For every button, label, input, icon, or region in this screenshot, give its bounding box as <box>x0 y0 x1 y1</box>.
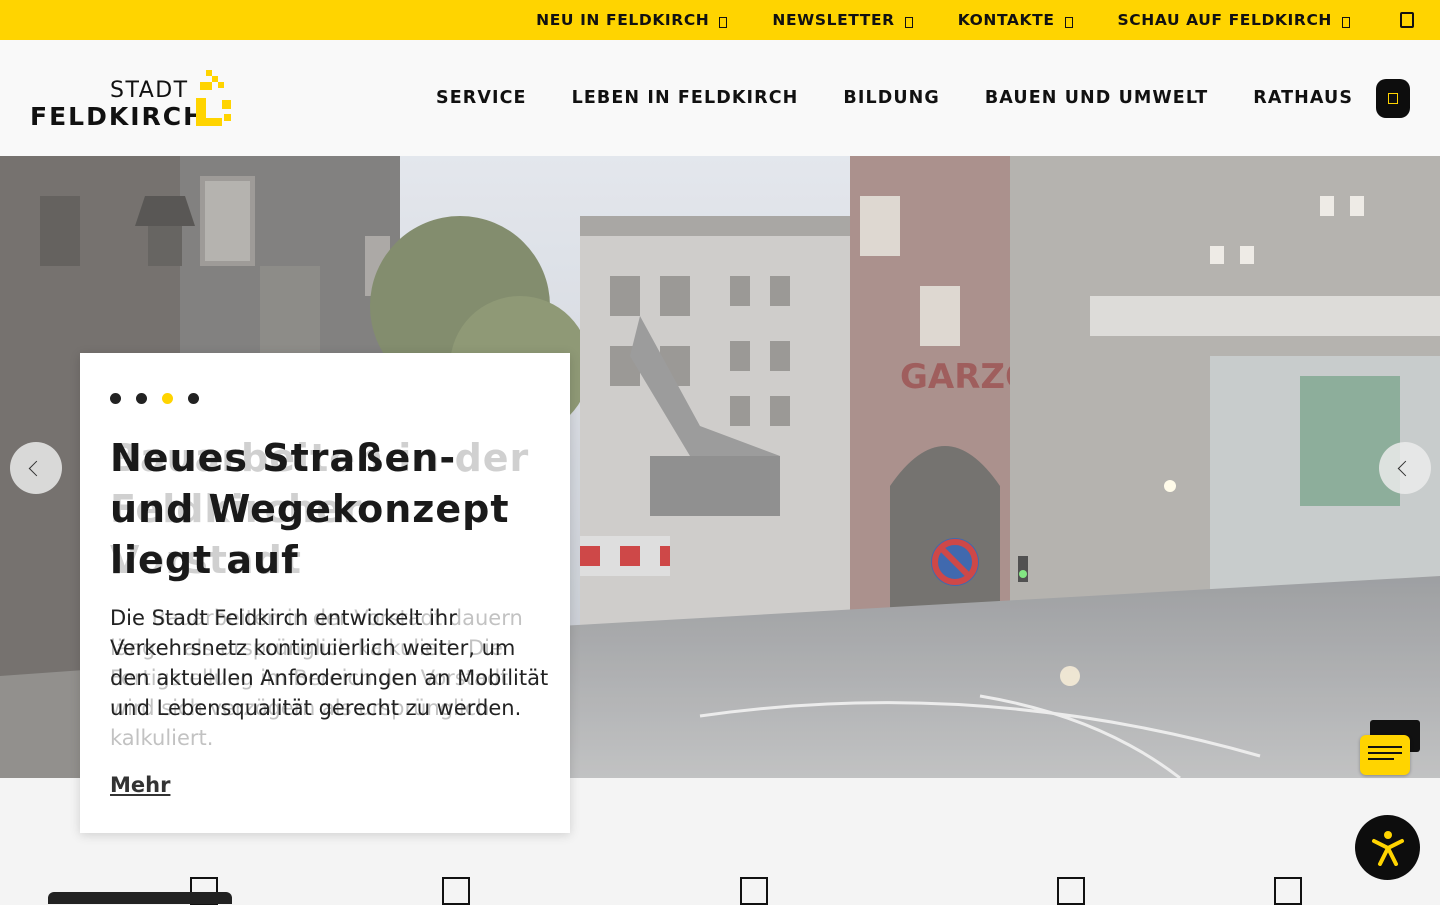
service-icon-3[interactable] <box>740 877 768 905</box>
slide-card: Bauarbeiten in der Feldkircher Vorstadt … <box>80 353 570 833</box>
slider-prev-button[interactable] <box>10 442 62 494</box>
topbar-link-label: SCHAU AUF FELDKIRCH <box>1117 11 1332 29</box>
logo-large-text: FELDKIRCH <box>30 102 207 131</box>
topbar-link-neu-in-feldkirch[interactable]: NEU IN FELDKIRCH <box>536 11 728 29</box>
service-icon-2[interactable] <box>442 877 470 905</box>
service-icon-4[interactable] <box>1057 877 1085 905</box>
slider-pagination <box>110 393 214 404</box>
slide-more-link[interactable]: Mehr <box>110 773 170 797</box>
chevron-right-icon <box>1397 460 1413 476</box>
nav-item-bildung[interactable]: BILDUNG <box>843 88 939 108</box>
accessibility-button[interactable] <box>1355 815 1420 880</box>
logo-small-text: STADT <box>110 78 189 103</box>
logo-mark-icon <box>196 70 231 126</box>
slide-title: Neues Straßen- und Wegekonzept liegt auf <box>110 436 510 582</box>
chat-button[interactable] <box>1358 720 1420 780</box>
slider-dot-3-active[interactable] <box>162 393 173 404</box>
topbar-link-newsletter[interactable]: NEWSLETTER <box>772 11 913 29</box>
nav-item-leben-in-feldkirch[interactable]: LEBEN IN FELDKIRCH <box>572 88 799 108</box>
nav-item-rathaus[interactable]: RATHAUS <box>1253 88 1353 108</box>
slider-dot-4[interactable] <box>188 393 199 404</box>
topbar-link-schau-auf-feldkirch[interactable]: SCHAU AUF FELDKIRCH <box>1118 11 1350 29</box>
accessibility-icon <box>1371 830 1404 866</box>
nav-item-bauen-und-umwelt[interactable]: BAUEN UND UMWELT <box>985 88 1208 108</box>
slider-next-button[interactable] <box>1379 442 1431 494</box>
site-header: STADT FELDKIRCH SERVICE LEBEN IN FELDKIR… <box>0 40 1440 156</box>
topbar-link-label: NEU IN FELDKIRCH <box>536 11 710 29</box>
search-icon[interactable] <box>1400 12 1414 28</box>
slider-dot-1[interactable] <box>110 393 121 404</box>
topbar-link-label: NEWSLETTER <box>772 11 895 29</box>
slide-text: Die Stadt Feldkirch entwickelt ihr Verke… <box>110 606 549 720</box>
service-icon-5[interactable] <box>1274 877 1302 905</box>
cookie-banner-tab[interactable] <box>48 892 232 904</box>
chevron-left-icon <box>28 460 44 476</box>
menu-button[interactable] <box>1376 79 1410 118</box>
top-utility-bar: NEU IN FELDKIRCH NEWSLETTER KONTAKTE SCH… <box>0 0 1440 40</box>
stadt-feldkirch-logo[interactable]: STADT FELDKIRCH <box>30 68 240 138</box>
nav-item-service[interactable]: SERVICE <box>436 88 527 108</box>
topbar-link-label: KONTAKTE <box>957 11 1055 29</box>
external-link-icon <box>1342 16 1350 28</box>
topbar-link-kontakte[interactable]: KONTAKTE <box>958 11 1073 29</box>
external-link-icon <box>904 16 913 28</box>
main-navigation: SERVICE LEBEN IN FELDKIRCH BILDUNG BAUEN… <box>436 40 1398 156</box>
external-link-icon <box>719 16 728 28</box>
chat-icon <box>1360 735 1410 775</box>
slider-dot-2[interactable] <box>136 393 147 404</box>
external-link-icon <box>1064 16 1073 28</box>
